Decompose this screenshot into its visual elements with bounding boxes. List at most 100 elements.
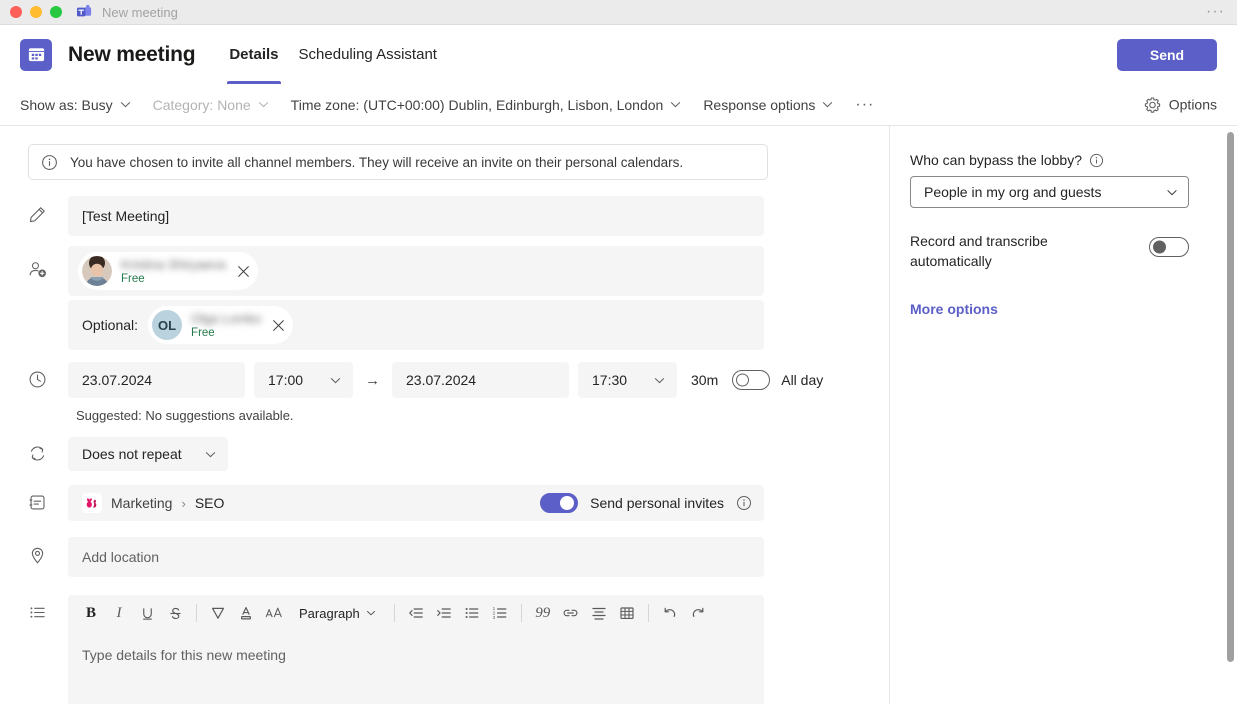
suggested-times-text: Suggested: No suggestions available. [76, 408, 294, 423]
maximize-window-button[interactable] [50, 6, 62, 18]
toolbar-divider [393, 604, 395, 622]
lobby-bypass-dropdown[interactable]: People in my org and guests [910, 176, 1189, 208]
response-options-dropdown[interactable]: Response options [703, 97, 833, 113]
bold-icon[interactable]: B [78, 600, 104, 626]
category-label: Category: None [152, 96, 251, 113]
chevron-down-icon [823, 102, 833, 108]
close-window-button[interactable] [10, 6, 22, 18]
chevron-down-icon [654, 377, 665, 383]
channel-icon [28, 485, 68, 512]
clock-icon [28, 362, 68, 389]
toolbar-divider [196, 604, 197, 622]
add-person-icon[interactable] [28, 246, 68, 280]
start-time-dropdown[interactable]: 17:00 [254, 362, 353, 398]
info-circle-icon[interactable] [736, 495, 752, 511]
toggle-knob [1153, 240, 1166, 254]
required-attendees-field[interactable]: Kristina Shiryaeva Free [68, 246, 764, 296]
send-button[interactable]: Send [1117, 38, 1217, 71]
window-controls[interactable] [10, 6, 62, 18]
tablist: Details Scheduling Assistant [219, 25, 447, 84]
meeting-options-toolbar: Show as: Busy Category: None Time zone: … [0, 84, 1237, 126]
increase-indent-icon[interactable] [431, 600, 457, 626]
record-transcribe-toggle[interactable] [1149, 237, 1189, 257]
attendee-chip[interactable]: OL Olga Lomko Free [148, 306, 294, 344]
description-input[interactable]: Type details for this new meeting [68, 631, 764, 704]
attendee-name: Kristina Shiryaeva [121, 257, 226, 272]
bulleted-list-icon[interactable] [459, 600, 485, 626]
window-title: New meeting [102, 4, 178, 20]
team-name: Marketing [111, 495, 173, 511]
align-icon[interactable] [586, 600, 612, 626]
toolbar-divider [520, 604, 522, 622]
avatar: OL [152, 310, 183, 340]
lobby-label: Who can bypass the lobby? [910, 152, 1082, 168]
category-dropdown[interactable]: Category: None [153, 97, 269, 113]
table-icon[interactable] [614, 600, 640, 626]
tab-scheduling-assistant[interactable]: Scheduling Assistant [289, 25, 447, 84]
attendee-availability: Free [191, 327, 215, 339]
italic-icon[interactable]: I [106, 600, 132, 626]
all-day-toggle[interactable] [732, 370, 771, 390]
recurrence-row: Does not repeat [0, 437, 889, 471]
attendee-availability: Free [121, 273, 145, 285]
meeting-title-input[interactable]: [Test Meeting] [68, 196, 764, 236]
strikethrough-icon[interactable] [162, 600, 188, 626]
optional-attendees-spacer [28, 300, 68, 309]
options-button[interactable]: Options [1144, 96, 1217, 113]
rich-text-toolbar: B I Paragraph 1 2 3 99 [68, 595, 764, 631]
window-titlebar: New meeting ··· [0, 0, 1237, 25]
description-editor: B I Paragraph 1 2 3 99 Type details for … [68, 595, 764, 704]
page-title: New meeting [68, 42, 196, 66]
underline-icon[interactable] [134, 600, 160, 626]
info-circle-icon[interactable] [1089, 153, 1104, 168]
required-attendees-row: Kristina Shiryaeva Free [0, 246, 889, 296]
more-horizontal-icon[interactable]: ··· [1206, 4, 1225, 20]
quote-icon[interactable]: 99 [530, 600, 556, 626]
meeting-options-pane: Who can bypass the lobby? People in my o… [890, 126, 1237, 704]
banner-text: You have chosen to invite all channel me… [70, 154, 684, 170]
remove-attendee-icon[interactable] [270, 319, 287, 332]
decrease-indent-icon[interactable] [403, 600, 429, 626]
attendee-info: Olga Lomko Free [191, 311, 261, 339]
tab-details[interactable]: Details [219, 25, 288, 84]
font-size-icon[interactable] [261, 600, 287, 626]
show-as-dropdown[interactable]: Show as: Busy [20, 97, 131, 113]
send-personal-invites-toggle[interactable] [540, 493, 579, 513]
meeting-form-body: You have chosen to invite all channel me… [0, 126, 1237, 704]
end-time-dropdown[interactable]: 17:30 [578, 362, 677, 398]
timezone-label: Time zone: (UTC+00:00) Dublin, Edinburgh… [290, 96, 664, 113]
response-options-label: Response options [703, 96, 816, 113]
attendee-chip[interactable]: Kristina Shiryaeva Free [78, 252, 258, 290]
lobby-bypass-value: People in my org and guests [924, 184, 1102, 200]
recurrence-dropdown[interactable]: Does not repeat [68, 437, 228, 471]
timezone-dropdown[interactable]: Time zone: (UTC+00:00) Dublin, Edinburgh… [291, 97, 682, 113]
send-invites-group: Send personal invites [526, 493, 752, 513]
paragraph-style-dropdown[interactable]: Paragraph [292, 600, 383, 626]
numbered-list-icon[interactable]: 123 [487, 600, 513, 626]
location-pin-icon [28, 537, 68, 565]
start-date-input[interactable]: 23.07.2024 [68, 362, 245, 398]
chevron-down-icon [1167, 189, 1177, 195]
link-icon[interactable] [558, 600, 584, 626]
end-date-input[interactable]: 23.07.2024 [392, 362, 569, 398]
vertical-scrollbar[interactable] [1227, 132, 1234, 662]
chevron-down-icon [330, 377, 341, 383]
highlight-icon[interactable] [205, 600, 231, 626]
toolbar-overflow-icon[interactable]: ··· [855, 96, 874, 114]
show-as-label: Show as: Busy [20, 96, 113, 113]
font-color-icon[interactable] [233, 600, 259, 626]
more-options-link[interactable]: More options [910, 301, 1217, 317]
location-input[interactable]: Add location [68, 537, 764, 577]
svg-text:3: 3 [492, 615, 495, 620]
redo-icon[interactable] [685, 600, 711, 626]
optional-attendees-field[interactable]: Optional: OL Olga Lomko Free [68, 300, 764, 350]
duration-label: 30m [691, 372, 719, 388]
undo-icon[interactable] [657, 600, 683, 626]
minimize-window-button[interactable] [30, 6, 42, 18]
repeat-icon [28, 437, 68, 463]
channel-selector[interactable]: Marketing › SEO Send personal invites [68, 485, 764, 521]
paragraph-style-label: Paragraph [299, 605, 360, 621]
remove-attendee-icon[interactable] [235, 265, 252, 278]
end-time-value: 17:30 [592, 372, 628, 388]
meeting-form-left: You have chosen to invite all channel me… [0, 126, 889, 704]
